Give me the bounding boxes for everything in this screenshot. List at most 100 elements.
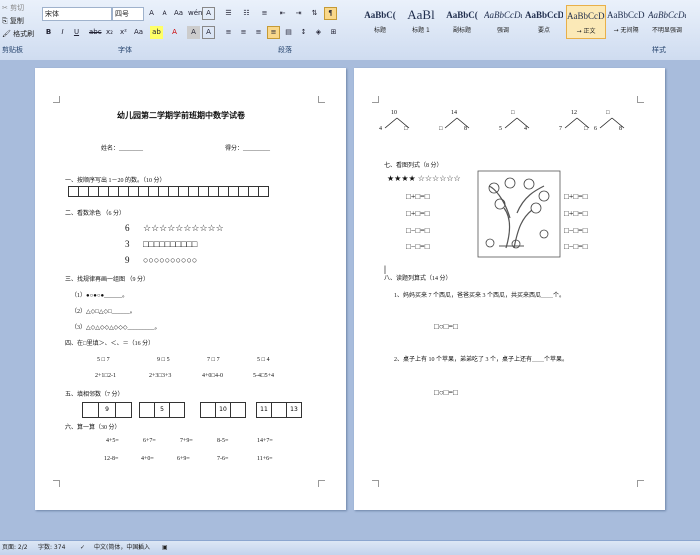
style-gallery-item[interactable]: AaBl 标题 1 xyxy=(402,5,440,37)
neighbor-box: 9 xyxy=(82,402,132,418)
macro-icon[interactable]: ▣ xyxy=(162,541,168,555)
style-preview: AaBbC( xyxy=(446,10,478,20)
style-gallery-item[interactable]: AaBbCcDa 强调 xyxy=(484,5,522,37)
question-2: 2、桌子上有 10 个苹果，弟弟吃了 3 个，桌子上还有＿＿个苹果。 xyxy=(394,357,569,363)
align-left-icon[interactable]: ≡ xyxy=(222,26,235,39)
question-2-formula: □○□=□ xyxy=(434,388,458,397)
increase-indent-icon[interactable]: ⇥ xyxy=(292,7,305,20)
change-case-button[interactable]: Aa xyxy=(172,7,185,20)
question-1: 1、妈妈买来 7 个西瓜，爸爸买来 3 个西瓜，共买来西瓜＿＿个。 xyxy=(394,293,566,299)
s4-cell: 5-4□5+4 xyxy=(253,373,275,379)
status-words[interactable]: 字数: 374 xyxy=(38,541,65,555)
superscript-button[interactable]: x² xyxy=(117,26,130,39)
status-page[interactable]: 页面: 2/2 xyxy=(2,541,28,555)
style-gallery-item[interactable]: AaBbCcD 要点 xyxy=(525,5,563,37)
char-border-button[interactable]: A xyxy=(202,7,215,20)
distribute-icon[interactable]: ▤ xyxy=(282,26,295,39)
neighbor-box: 11 13 xyxy=(256,402,302,418)
crop-mark xyxy=(318,480,325,487)
s3-row-1: （1）●○●○●______。 xyxy=(71,293,129,299)
s2-num-2: 3 xyxy=(125,239,130,249)
page-1[interactable]: 幼儿园第二学期学前班期中数学试卷 姓名：________ 得分：________… xyxy=(35,68,346,510)
crop-mark xyxy=(53,96,60,103)
style-name: 不明显强调 xyxy=(651,27,682,34)
calc-cell: 11+6= xyxy=(257,456,273,462)
char-shading-button[interactable]: A xyxy=(187,26,200,39)
enclose-char-button[interactable]: A xyxy=(202,26,215,39)
calc-cell: 12-8= xyxy=(104,456,119,462)
ribbon: ✂ 剪切 ⎘ 复制 🖌 格式刷 剪贴板 宋体 四号 A A Aa wén A B… xyxy=(0,0,700,61)
status-language[interactable]: 中文(简体，中国) xyxy=(94,541,141,555)
align-right-icon[interactable]: ≡ xyxy=(252,26,265,39)
styles-group-label: 样式 xyxy=(652,46,666,54)
style-gallery-item[interactable]: AaBbC(副标题 xyxy=(443,5,481,37)
border-icon[interactable]: ⊞ xyxy=(327,26,340,39)
font-size-input[interactable]: 四号 xyxy=(112,7,144,21)
s4-cell: 9 □ 5 xyxy=(157,357,170,363)
s4-cell: 7 □ 7 xyxy=(207,357,220,363)
decrease-indent-icon[interactable]: ⇤ xyxy=(276,7,289,20)
status-mode[interactable]: 插入 xyxy=(138,541,150,555)
copy-button[interactable]: ⎘ 复制 xyxy=(2,16,24,26)
s2-num-3: 9 xyxy=(125,255,130,265)
style-gallery-item[interactable]: AaBbCcDc → 正文 xyxy=(566,5,606,39)
style-gallery-item[interactable]: A明 xyxy=(689,5,700,37)
sort-icon[interactable]: ⇅ xyxy=(308,7,321,20)
section-3-heading: 三、找规律再画一组图 （9 分） xyxy=(65,277,150,283)
shrink-font-button[interactable]: A xyxy=(158,7,171,20)
format-painter-button[interactable]: 🖌 格式刷 xyxy=(2,29,34,39)
style-gallery-item[interactable]: AaBbCcDc → 无间隔 xyxy=(607,5,645,37)
clipboard-group-label: 剪贴板 xyxy=(2,46,23,54)
shading-icon[interactable]: ◈ xyxy=(312,26,325,39)
clear-format-button[interactable]: Aa xyxy=(132,26,145,39)
line-spacing-icon[interactable]: ↕ xyxy=(297,26,310,39)
style-name: → 正文 xyxy=(576,28,596,35)
justify-icon[interactable]: ≡ xyxy=(267,26,280,39)
crop-mark xyxy=(53,480,60,487)
style-gallery-item[interactable]: AaBbC(标题 xyxy=(361,5,399,37)
calc-cell: 6+7= xyxy=(143,438,156,444)
cut-button[interactable]: ✂ 剪切 xyxy=(2,3,24,13)
page-2[interactable]: 10 4 □ 14 □ 8 □ 5 4 12 7 □ □ 6 8 七、看图列式（8 分） ★★★★ ☆☆☆☆… xyxy=(354,68,665,510)
question-1-formula: □○□=□ xyxy=(434,322,458,331)
strikethrough-button[interactable]: abc xyxy=(88,26,102,39)
style-name: 要点 xyxy=(537,27,550,34)
subscript-button[interactable]: x₂ xyxy=(103,26,116,39)
page-title: 幼儿园第二学期学前班期中数学试卷 xyxy=(117,111,245,120)
section-6-heading: 六、算一算（30 分） xyxy=(65,425,121,431)
s2-num-1: 6 xyxy=(125,223,130,233)
section-1-heading: 一、按顺序写出 1－20 的数。（10 分） xyxy=(65,178,166,184)
bold-button[interactable]: B xyxy=(42,26,55,39)
calc-cell: 14+7= xyxy=(257,438,273,444)
style-name: → 无间隔 xyxy=(613,27,639,34)
neighbor-box: 5 xyxy=(139,402,185,418)
s2-circles: ○○○○○○○○○○ xyxy=(143,255,198,265)
calc-cell: 7-6= xyxy=(217,456,229,462)
grow-font-button[interactable]: A xyxy=(145,7,158,20)
italic-button[interactable]: I xyxy=(56,26,69,39)
calc-cell: 7+9= xyxy=(180,438,193,444)
neighbor-box: 10 xyxy=(200,402,246,418)
s4-cell: 5 □ 4 xyxy=(257,357,270,363)
proofing-icon[interactable]: ✓ xyxy=(80,541,85,555)
underline-button[interactable]: U xyxy=(70,26,83,39)
section-4-heading: 四、在□里填＞、＜、＝（16 分） xyxy=(65,341,155,347)
s4-cell: 4+0□4-0 xyxy=(202,373,224,379)
font-color-button[interactable]: A xyxy=(168,26,181,39)
phonetic-guide-button[interactable]: wén xyxy=(187,7,202,20)
s2-squares: □□□□□□□□□□ xyxy=(143,239,198,249)
section-5-heading: 五、填相邻数（7 分） xyxy=(65,392,124,398)
highlight-icon[interactable]: ab xyxy=(150,26,163,39)
align-center-icon[interactable]: ≡ xyxy=(237,26,250,39)
section-2-heading: 二、看数涂色 （6 分） xyxy=(65,211,126,217)
s3-row-3: （3）△◇△◇◇△◇◇◇_________。 xyxy=(71,325,161,331)
bullets-icon[interactable]: ☰ xyxy=(222,7,235,20)
numbering-icon[interactable]: ☷ xyxy=(240,7,253,20)
font-name-input[interactable]: 宋体 xyxy=(42,7,112,21)
s2-stars: ☆☆☆☆☆☆☆☆☆☆ xyxy=(143,223,224,233)
font-group-label: 字体 xyxy=(118,46,132,54)
style-gallery-item[interactable]: AaBbCcDc 不明显强调 xyxy=(648,5,686,37)
style-preview: AaBbCcDc xyxy=(567,11,605,21)
multilevel-list-icon[interactable]: ≡ xyxy=(258,7,271,20)
show-marks-icon[interactable]: ¶ xyxy=(324,7,337,20)
